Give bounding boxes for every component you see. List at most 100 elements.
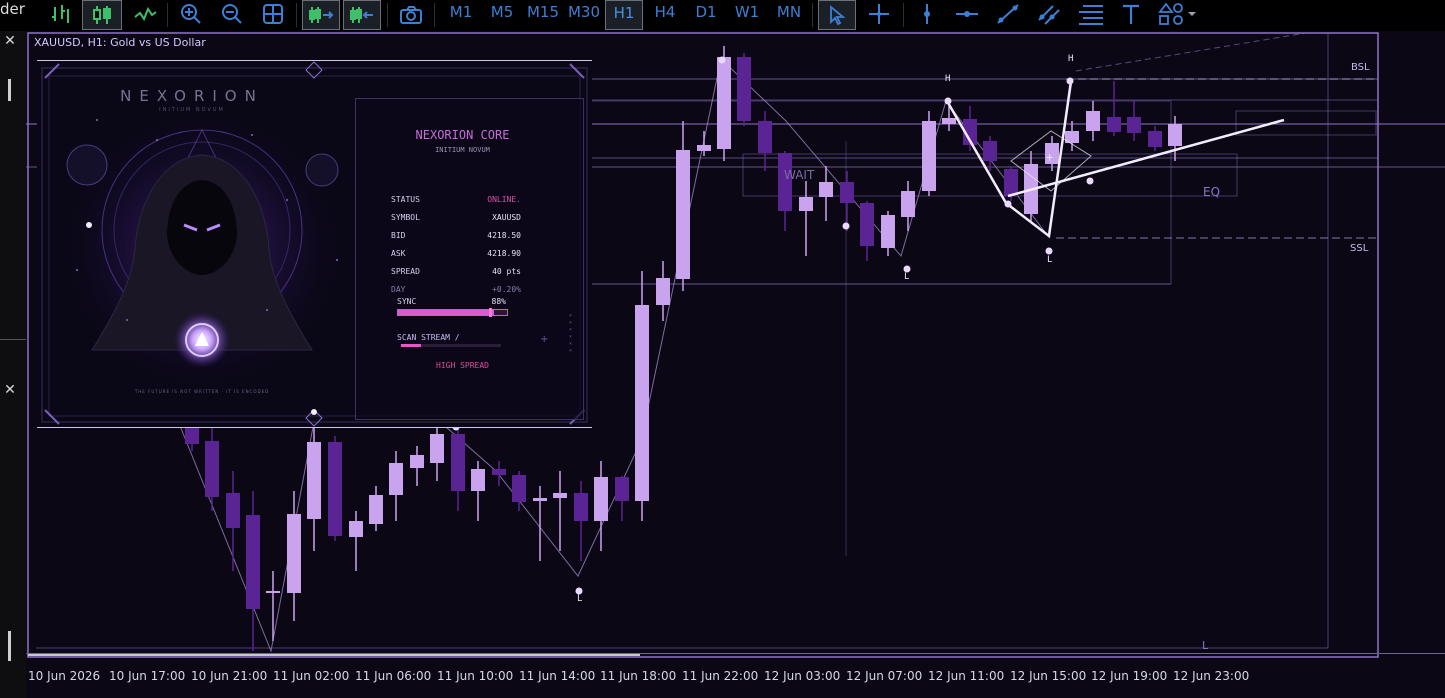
bearish-candle <box>737 57 751 121</box>
crosshair-plus-label: + <box>1046 150 1054 164</box>
truncated-window-title: der <box>0 0 25 18</box>
sync-progress-fill <box>398 310 494 315</box>
bullish-candle <box>266 591 280 593</box>
bullish-candle <box>656 278 670 305</box>
time-axis-label: 12 Jun 11:00 <box>928 669 1005 683</box>
timeframe-w1[interactable]: W1 <box>729 0 765 28</box>
scrollbar-thumb[interactable] <box>8 79 11 101</box>
symbol-value: XAUUSD <box>492 213 521 222</box>
screenshot-icon[interactable] <box>396 0 426 28</box>
time-axis-label: 10 Jun 21:00 <box>191 669 268 683</box>
cursor-icon[interactable] <box>818 0 856 30</box>
day-row: DAY +0.20% <box>391 285 521 297</box>
timeframe-h1[interactable]: H1 <box>605 0 643 30</box>
bearish-candle <box>512 475 526 502</box>
timeframe-m5[interactable]: M5 <box>484 0 520 28</box>
bearish-candle <box>983 141 997 161</box>
status-label: STATUS <box>391 195 420 204</box>
chart-symbol-label: XAUUSD, H1: Gold vs US Dollar <box>34 36 206 49</box>
eq-label: EQ <box>1203 185 1221 199</box>
bullish-candle <box>1086 111 1100 131</box>
bar-chart-icon[interactable] <box>46 0 76 28</box>
time-axis-label: 12 Jun 19:00 <box>1091 669 1168 683</box>
tile-windows-icon[interactable] <box>258 0 288 28</box>
scrollbar-thumb[interactable] <box>8 631 11 661</box>
vertical-line-icon[interactable] <box>912 0 942 28</box>
bullish-candle <box>799 197 813 211</box>
sync-progress-knob <box>489 308 492 317</box>
bearish-candle <box>1148 131 1162 147</box>
timeframe-mn[interactable]: MN <box>770 0 808 28</box>
auto-scroll-icon[interactable] <box>302 0 340 30</box>
brand-subtitle: INITIUM NOVUM <box>159 107 225 113</box>
bid-label: BID <box>391 231 406 240</box>
line-chart-icon[interactable] <box>130 0 160 28</box>
spread-label: SPREAD <box>391 267 420 276</box>
time-axis-label: 11 Jun 14:00 <box>519 669 596 683</box>
chart-shift-icon[interactable] <box>343 0 381 30</box>
shapes-dropdown-icon[interactable] <box>1155 0 1199 28</box>
bearish-candle <box>778 153 792 211</box>
timeframe-m15[interactable]: M15 <box>524 0 562 28</box>
core-title: NEXORION CORE <box>415 128 510 142</box>
time-axis-label: 12 Jun 23:00 <box>1173 669 1250 683</box>
symbol-label: SYMBOL <box>391 213 420 222</box>
time-axis-label: 10 Jun 2026 <box>28 669 101 683</box>
close-icon[interactable]: ✕ <box>0 31 20 51</box>
bullish-candle <box>307 442 321 519</box>
trendline-icon[interactable] <box>993 0 1023 28</box>
wait-label: WAIT <box>784 168 815 182</box>
timeframe-m1[interactable]: M1 <box>444 0 478 28</box>
bullish-candle <box>471 469 485 491</box>
ask-label: ASK <box>391 249 406 258</box>
bullish-candle <box>717 57 731 149</box>
timeframe-h4[interactable]: H4 <box>648 0 682 28</box>
close-icon[interactable]: ✕ <box>0 380 20 400</box>
ssl-label: SSL <box>1350 243 1369 254</box>
horizontal-line-icon[interactable] <box>952 0 982 28</box>
time-axis-label: 11 Jun 10:00 <box>437 669 514 683</box>
scroll-indicator[interactable] <box>28 654 640 656</box>
timeframe-d1[interactable]: D1 <box>689 0 723 28</box>
swing-point-dot <box>1086 177 1094 185</box>
scan-label: SCAN STREAM / <box>397 333 460 342</box>
channel-icon[interactable] <box>1034 0 1064 28</box>
bearish-candle <box>451 434 465 491</box>
sync-value: 88% <box>491 297 506 306</box>
candlestick-chart-icon[interactable] <box>82 0 122 30</box>
bearish-candle <box>1127 117 1141 133</box>
zoom-out-icon[interactable] <box>217 0 247 28</box>
high-spread-alert: HIGH SPREAD <box>436 361 489 370</box>
bullish-candle <box>389 463 403 495</box>
swing-point-dot <box>842 222 850 230</box>
swing-low-label: L <box>904 272 910 282</box>
ask-row: ASK 4218.90 <box>391 249 521 261</box>
bullish-candle <box>881 215 895 248</box>
text-tool-icon[interactable] <box>1117 0 1145 28</box>
bearish-candle <box>185 426 199 444</box>
fibonacci-icon[interactable] <box>1075 0 1107 28</box>
bullish-candle <box>901 191 915 217</box>
plus-icon: + <box>540 334 549 345</box>
bearish-candle <box>1004 169 1018 196</box>
bearish-candle <box>205 441 219 497</box>
decor-x-column: × × × × × × <box>569 313 573 354</box>
timeframe-m30[interactable]: M30 <box>564 0 604 28</box>
zoom-in-icon[interactable] <box>176 0 206 28</box>
swing-point-dot <box>1004 200 1012 208</box>
day-label: DAY <box>391 285 406 294</box>
bearish-candle <box>758 121 772 153</box>
core-subtitle: INITIUM NOVUM <box>435 146 490 154</box>
bullish-candle <box>533 498 547 501</box>
bullish-candle <box>287 514 301 593</box>
scan-progress-bar <box>401 344 501 347</box>
bullish-candle <box>430 434 444 463</box>
swing-point-dot <box>944 97 952 105</box>
spread-row: SPREAD 40 pts <box>391 267 521 279</box>
crosshair-icon[interactable] <box>864 0 894 28</box>
bullish-candle <box>819 182 833 197</box>
bearish-candle <box>1107 117 1121 132</box>
bottom-l-label: L <box>1202 639 1209 652</box>
panel-divider <box>0 339 26 340</box>
chart-toolbar: M1 M5 M15 M30 H1 H4 D1 W1 MN <box>0 0 1445 31</box>
